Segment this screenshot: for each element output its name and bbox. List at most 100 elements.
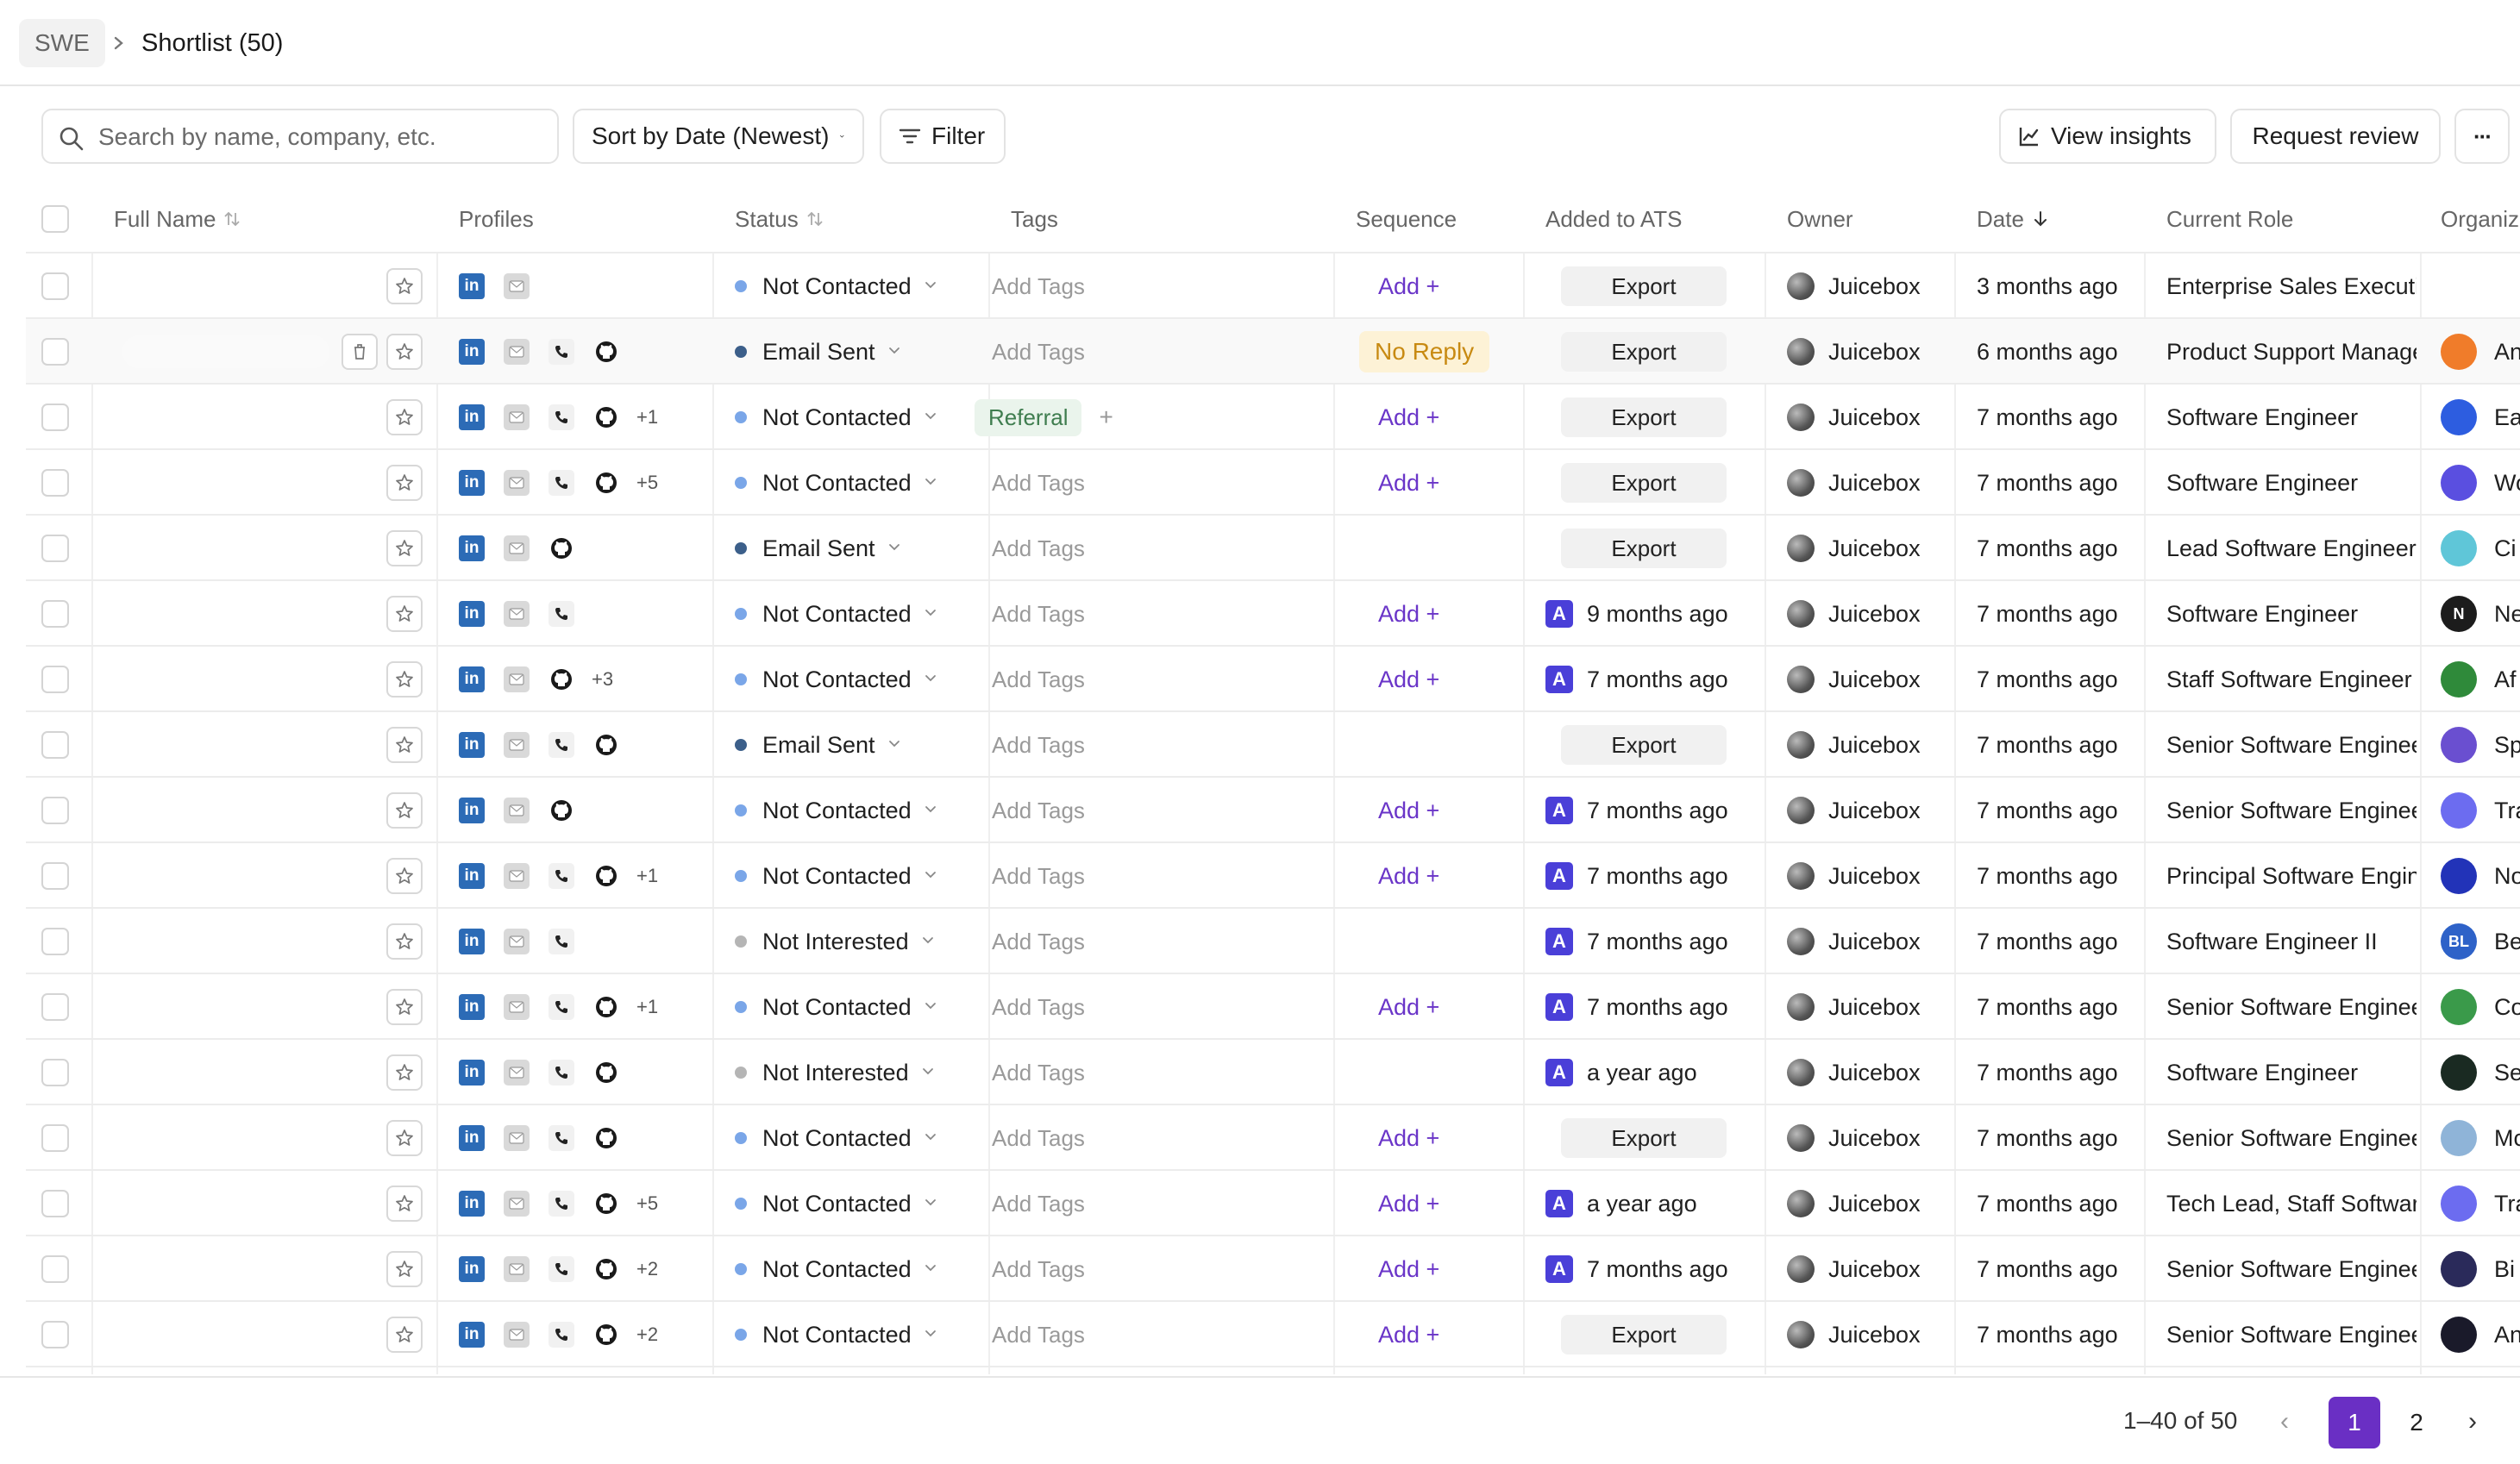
export-button[interactable]: Export bbox=[1561, 332, 1727, 372]
add-sequence-button[interactable]: Add + bbox=[1378, 404, 1439, 431]
linkedin-icon[interactable]: in bbox=[459, 535, 485, 561]
more-profiles-count[interactable]: +1 bbox=[636, 996, 658, 1018]
more-profiles-count[interactable]: +2 bbox=[636, 1323, 658, 1346]
row-checkbox[interactable] bbox=[41, 993, 69, 1021]
email-icon[interactable] bbox=[504, 1060, 530, 1085]
sequence-cell[interactable]: Add + bbox=[1378, 1105, 1439, 1171]
tags-cell[interactable]: Add Tags bbox=[992, 253, 1337, 319]
tags-cell[interactable]: Add Tags bbox=[992, 581, 1337, 647]
tags-cell[interactable]: Add Tags bbox=[992, 1302, 1337, 1367]
table-row[interactable]: in Email Sent Add Tags No Reply Export Juiceb… bbox=[26, 319, 2520, 385]
row-checkbox[interactable] bbox=[41, 666, 69, 693]
star-button[interactable] bbox=[386, 989, 423, 1025]
organization-name[interactable]: Ne bbox=[2494, 601, 2520, 628]
github-icon[interactable] bbox=[593, 1191, 619, 1217]
github-icon[interactable] bbox=[593, 1125, 619, 1151]
add-sequence-button[interactable]: Add + bbox=[1378, 798, 1439, 824]
next-page-button[interactable]: › bbox=[2468, 1407, 2477, 1436]
tags-cell[interactable]: Add Tags bbox=[992, 1105, 1337, 1171]
search-input[interactable] bbox=[98, 119, 547, 155]
email-icon[interactable] bbox=[504, 601, 530, 627]
phone-icon[interactable] bbox=[549, 732, 574, 758]
row-checkbox[interactable] bbox=[41, 1190, 69, 1217]
tags-cell[interactable]: Add Tags bbox=[992, 647, 1337, 712]
row-checkbox[interactable] bbox=[41, 1255, 69, 1283]
tags-cell[interactable]: Add Tags bbox=[992, 778, 1337, 843]
linkedin-icon[interactable]: in bbox=[459, 1322, 485, 1348]
status-cell[interactable]: Not Contacted bbox=[735, 450, 937, 516]
table-row[interactable]: in +2 Not Contacted Add Tags Add + A 7 months … bbox=[26, 1236, 2520, 1302]
table-row[interactable]: in +1 Not Contacted Referral + Add + Export Jui… bbox=[26, 385, 2520, 450]
tags-cell[interactable]: Add Tags bbox=[992, 516, 1337, 581]
github-icon[interactable] bbox=[593, 732, 619, 758]
table-row[interactable]: in +5 Not Contacted Add Tags Add + Export Juic… bbox=[26, 450, 2520, 516]
sequence-cell[interactable]: Add + bbox=[1378, 778, 1439, 843]
tags-cell[interactable]: Add Tags bbox=[992, 1040, 1337, 1105]
status-cell[interactable]: Not Contacted bbox=[735, 1302, 937, 1367]
phone-icon[interactable] bbox=[549, 929, 574, 954]
tags-cell[interactable]: Add Tags bbox=[992, 974, 1337, 1040]
organization-name[interactable]: An bbox=[2494, 339, 2520, 366]
star-button[interactable] bbox=[386, 858, 423, 894]
more-profiles-count[interactable]: +1 bbox=[636, 865, 658, 887]
star-button[interactable] bbox=[386, 923, 423, 960]
status-cell[interactable]: Not Contacted bbox=[735, 647, 937, 712]
row-checkbox[interactable] bbox=[41, 535, 69, 562]
view-insights-button[interactable]: View insights bbox=[1999, 109, 2216, 164]
email-icon[interactable] bbox=[504, 1125, 530, 1151]
column-full-name[interactable]: Full Name bbox=[114, 185, 241, 253]
linkedin-icon[interactable]: in bbox=[459, 732, 485, 758]
status-cell[interactable]: Not Contacted bbox=[735, 385, 937, 450]
linkedin-icon[interactable]: in bbox=[459, 1191, 485, 1217]
linkedin-icon[interactable]: in bbox=[459, 339, 485, 365]
sequence-cell[interactable]: Add + bbox=[1378, 1302, 1439, 1367]
table-row[interactable]: in +1 Not Contacted Add Tags Add + A 7 months … bbox=[26, 843, 2520, 909]
select-all-checkbox[interactable] bbox=[41, 205, 69, 233]
sequence-cell[interactable]: Add + bbox=[1378, 974, 1439, 1040]
sequence-cell[interactable]: Add + bbox=[1378, 581, 1439, 647]
star-button[interactable] bbox=[386, 1251, 423, 1287]
delete-button[interactable] bbox=[342, 334, 378, 370]
row-checkbox[interactable] bbox=[41, 862, 69, 890]
status-cell[interactable]: Not Contacted bbox=[735, 253, 937, 319]
table-row[interactable]: in Not Contacted Add Tags Add + Export Juiceb… bbox=[26, 1105, 2520, 1171]
email-icon[interactable] bbox=[504, 798, 530, 823]
more-profiles-count[interactable]: +5 bbox=[636, 1192, 658, 1215]
email-icon[interactable] bbox=[504, 994, 530, 1020]
request-review-button[interactable]: Request review bbox=[2230, 109, 2441, 164]
status-cell[interactable]: Email Sent bbox=[735, 712, 901, 778]
column-status[interactable]: Status bbox=[735, 185, 824, 253]
status-cell[interactable]: Not Contacted bbox=[735, 1236, 937, 1302]
status-cell[interactable]: Email Sent bbox=[735, 319, 901, 385]
add-sequence-button[interactable]: Add + bbox=[1378, 1191, 1439, 1217]
email-icon[interactable] bbox=[504, 666, 530, 692]
organization-name[interactable]: No bbox=[2494, 863, 2520, 890]
star-button[interactable] bbox=[386, 1317, 423, 1353]
status-cell[interactable]: Not Contacted bbox=[735, 974, 937, 1040]
row-checkbox[interactable] bbox=[41, 272, 69, 300]
github-icon[interactable] bbox=[593, 1322, 619, 1348]
email-icon[interactable] bbox=[504, 1322, 530, 1348]
export-button[interactable]: Export bbox=[1561, 266, 1727, 306]
table-row[interactable]: in Not Interested Add Tags A 7 months ago Jui… bbox=[26, 909, 2520, 974]
tag-chip[interactable]: Referral bbox=[975, 398, 1082, 436]
phone-icon[interactable] bbox=[549, 601, 574, 627]
star-button[interactable] bbox=[386, 596, 423, 632]
table-row[interactable]: in Email Sent Add Tags Export Juicebox 7 mont… bbox=[26, 516, 2520, 581]
status-cell[interactable]: Not Contacted bbox=[735, 1105, 937, 1171]
tags-cell[interactable]: Referral + bbox=[975, 385, 1320, 450]
add-sequence-button[interactable]: Add + bbox=[1378, 863, 1439, 890]
table-row[interactable]: in +3 Not Contacted Add Tags Add + A 7 months … bbox=[26, 647, 2520, 712]
email-icon[interactable] bbox=[504, 404, 530, 430]
row-checkbox[interactable] bbox=[41, 928, 69, 955]
phone-icon[interactable] bbox=[549, 994, 574, 1020]
filter-button[interactable]: Filter bbox=[880, 109, 1006, 164]
row-checkbox[interactable] bbox=[41, 1321, 69, 1348]
add-sequence-button[interactable]: Add + bbox=[1378, 1256, 1439, 1283]
export-button[interactable]: Export bbox=[1561, 725, 1727, 765]
page-2-button[interactable]: 2 bbox=[2391, 1397, 2442, 1448]
star-button[interactable] bbox=[386, 268, 423, 304]
github-icon[interactable] bbox=[593, 994, 619, 1020]
phone-icon[interactable] bbox=[549, 1125, 574, 1151]
status-cell[interactable]: Not Contacted bbox=[735, 581, 937, 647]
